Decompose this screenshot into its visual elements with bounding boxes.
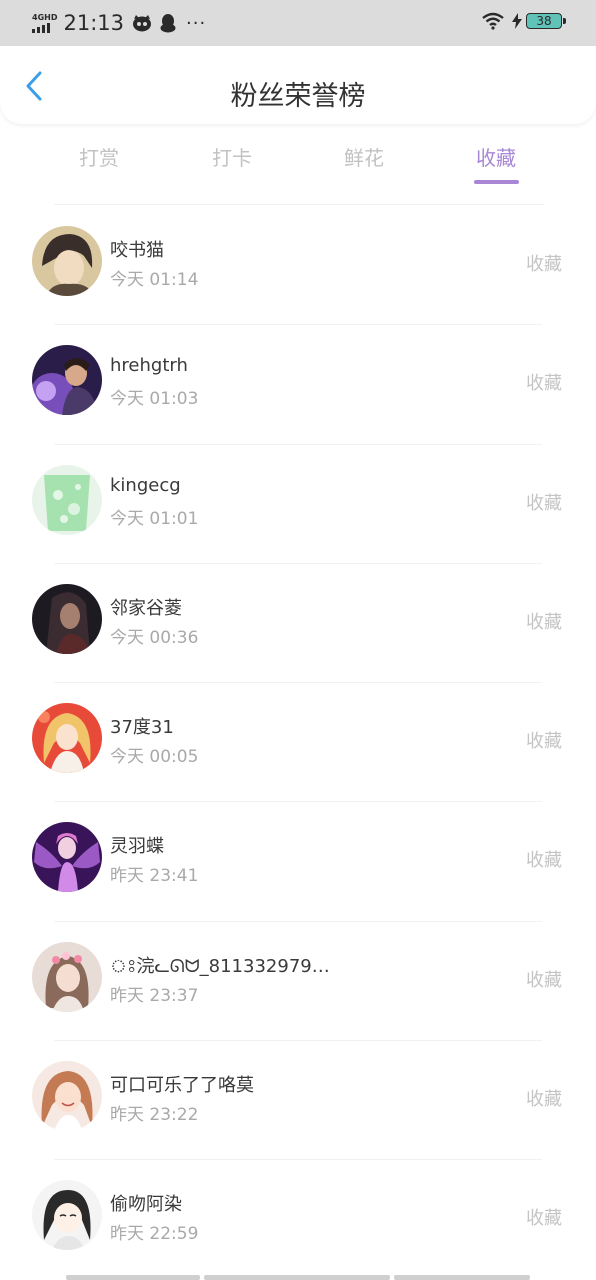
- avatar-purple-fairy-icon[interactable]: [32, 822, 102, 893]
- tab-checkin[interactable]: 打卡: [192, 142, 272, 171]
- tab-bar: 打赏 打卡 鲜花 收藏: [0, 130, 596, 200]
- fan-name: 可口可乐了了咯莫: [110, 1075, 254, 1097]
- bottom-indicator: [0, 1275, 596, 1280]
- fan-time: 昨天 23:22: [110, 1105, 199, 1126]
- list-item[interactable]: 偷吻阿染 昨天 22:59 收藏: [0, 1160, 596, 1279]
- list-item[interactable]: 37度31 今天 00:05 收藏: [0, 683, 596, 803]
- active-tab-indicator: [474, 180, 519, 184]
- fan-name: 邻家谷菱: [110, 597, 182, 619]
- fan-time: 今天 00:05: [110, 747, 199, 768]
- wifi-icon: [482, 12, 504, 30]
- list-item[interactable]: 邻家谷菱 今天 00:36 收藏: [0, 564, 596, 684]
- bottom-indicator-segment: [204, 1275, 390, 1280]
- network-type: 4GHD: [32, 12, 58, 22]
- avatar-girl-smile-icon[interactable]: [32, 1061, 102, 1132]
- bottom-indicator-segment: [394, 1275, 530, 1280]
- fan-time: 今天 01:03: [110, 389, 199, 410]
- fan-time: 昨天 23:37: [110, 985, 199, 1006]
- battery-level: 38: [536, 14, 552, 28]
- charging-icon: [512, 13, 522, 29]
- list-item[interactable]: hrehgtrh 今天 01:03 收藏: [0, 325, 596, 445]
- favorite-action[interactable]: 收藏: [526, 1204, 562, 1230]
- list-item[interactable]: 可口可乐了了咯莫 昨天 23:22 收藏: [0, 1041, 596, 1161]
- fan-name: ঃ浣ᓚᘏᗢ_81133297937…: [110, 955, 330, 977]
- fan-name: 灵羽蝶: [110, 836, 164, 858]
- favorite-action[interactable]: 收藏: [526, 1085, 562, 1111]
- signal-indicator: 4GHD: [32, 12, 58, 33]
- fan-name: kingecg: [110, 474, 181, 496]
- qq-penguin-icon: [158, 13, 178, 33]
- fan-list: 咬书猫 今天 01:14 收藏 hrehgtrh 今天 01:03 收藏 kin…: [0, 206, 596, 1280]
- status-right: 38: [482, 12, 566, 30]
- list-item[interactable]: kingecg 今天 01:01 收藏: [0, 445, 596, 564]
- fan-time: 昨天 23:41: [110, 866, 199, 887]
- fan-name: 37度31: [110, 717, 174, 739]
- avatar-green-drink-icon[interactable]: [32, 464, 102, 535]
- fan-name: 咬书猫: [110, 240, 164, 261]
- app-notification-icon: [132, 13, 152, 33]
- favorite-action[interactable]: 收藏: [526, 608, 562, 634]
- avatar-anime-boy-icon[interactable]: [32, 226, 102, 296]
- battery-icon: 38: [526, 13, 566, 29]
- signal-bars-icon: [32, 22, 50, 33]
- favorite-action[interactable]: 收藏: [526, 966, 562, 992]
- favorite-action[interactable]: 收藏: [526, 489, 562, 515]
- fan-time: 今天 01:14: [110, 270, 199, 290]
- avatar-dark-portrait-icon[interactable]: [32, 583, 102, 654]
- avatar-girl-flowers-icon[interactable]: [32, 941, 102, 1012]
- avatar-chibi-girl-icon[interactable]: [32, 1180, 102, 1251]
- tab-favorites[interactable]: 收藏: [456, 142, 536, 171]
- status-time: 21:13: [63, 11, 124, 35]
- favorite-action[interactable]: 收藏: [526, 250, 562, 276]
- favorite-action[interactable]: 收藏: [526, 727, 562, 753]
- more-notifications-icon: ···: [186, 12, 207, 34]
- avatar-anime-girl-red-icon[interactable]: [32, 703, 102, 774]
- page-title: 粉丝荣誉榜: [230, 81, 366, 112]
- fan-name: hrehgtrh: [110, 355, 188, 377]
- list-item[interactable]: 灵羽蝶 昨天 23:41 收藏: [0, 802, 596, 922]
- favorite-action[interactable]: 收藏: [526, 846, 562, 872]
- header: 粉丝荣誉榜: [0, 46, 596, 124]
- tab-flowers[interactable]: 鲜花: [324, 142, 404, 171]
- status-left: 4GHD 21:13 ···: [32, 11, 206, 35]
- list-item[interactable]: ঃ浣ᓚᘏᗢ_81133297937… 昨天 23:37 收藏: [0, 922, 596, 1042]
- fan-time: 今天 00:36: [110, 627, 199, 648]
- status-bar: 4GHD 21:13 ··· 38: [0, 0, 596, 46]
- fan-name: 偷吻阿染: [110, 1194, 182, 1216]
- bottom-indicator-segment: [66, 1275, 200, 1280]
- favorite-action[interactable]: 收藏: [526, 369, 562, 395]
- tab-reward[interactable]: 打赏: [59, 142, 139, 171]
- list-item[interactable]: 咬书猫 今天 01:14 收藏: [0, 206, 596, 326]
- avatar-purple-man-icon[interactable]: [32, 345, 102, 416]
- tabs-divider: [54, 204, 544, 205]
- fan-time: 今天 01:01: [110, 508, 199, 529]
- fan-time: 昨天 22:59: [110, 1224, 199, 1245]
